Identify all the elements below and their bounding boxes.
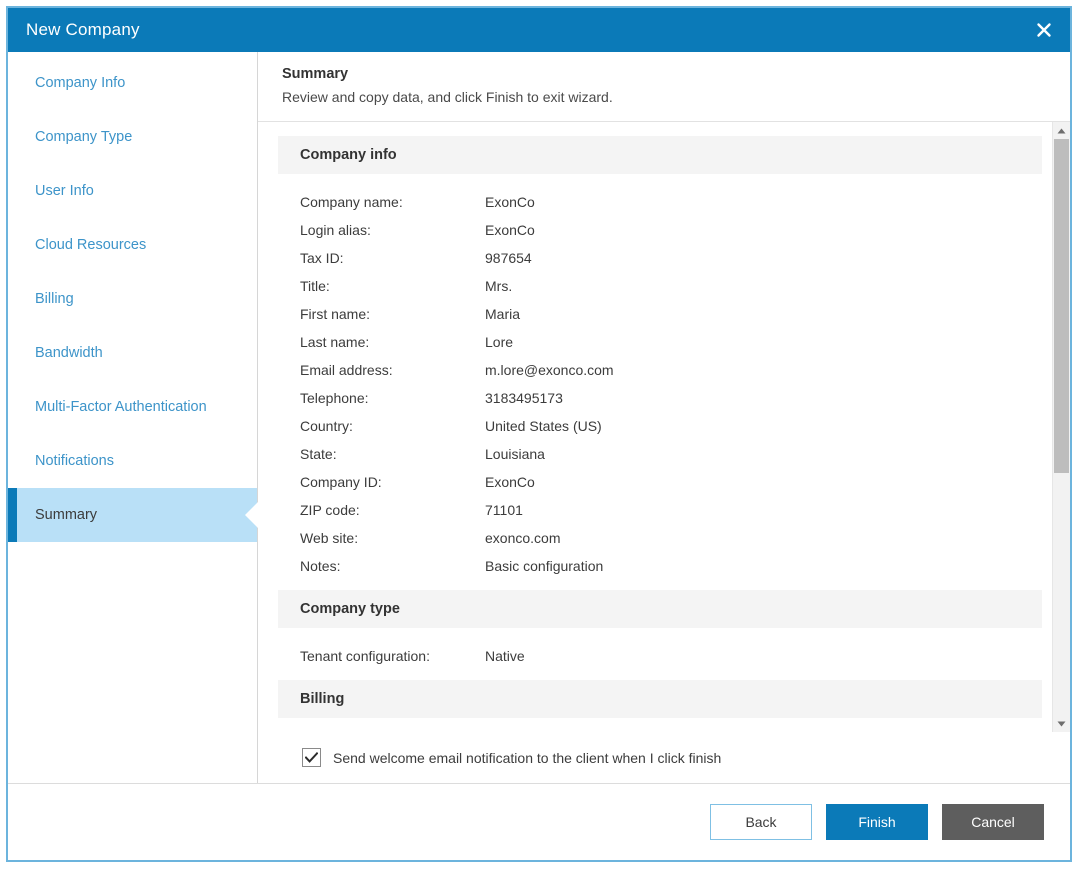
dialog-body: Company Info Company Type User Info Clou… xyxy=(8,52,1070,783)
summary-row-value: ExonCo xyxy=(485,188,1042,216)
content-header: Summary Review and copy data, and click … xyxy=(258,52,1070,122)
page-description: Review and copy data, and click Finish t… xyxy=(282,89,1046,105)
sidebar-item-label: Summary xyxy=(35,507,97,523)
welcome-email-label[interactable]: Send welcome email notification to the c… xyxy=(333,750,721,766)
dialog-footer: Back Finish Cancel xyxy=(8,783,1070,860)
summary-row-key: Notes: xyxy=(300,552,485,580)
cancel-button[interactable]: Cancel xyxy=(942,804,1044,840)
summary-row: Telephone: 3183495173 xyxy=(278,384,1042,412)
summary-row-key: Company ID: xyxy=(300,468,485,496)
section-header-company-type: Company type xyxy=(278,590,1042,628)
summary-row: Company ID: ExonCo xyxy=(278,468,1042,496)
summary-row-key: Login alias: xyxy=(300,216,485,244)
sidebar-item-billing[interactable]: Billing xyxy=(8,272,257,326)
summary-row-key: Email address: xyxy=(300,356,485,384)
sidebar-item-notifications[interactable]: Notifications xyxy=(8,434,257,488)
close-icon[interactable] xyxy=(1018,8,1070,52)
summary-row: Tenant configuration: Native xyxy=(278,642,1042,670)
check-icon xyxy=(305,752,318,763)
summary-row: Email address: m.lore@exonco.com xyxy=(278,356,1042,384)
sidebar-item-label: Bandwidth xyxy=(35,345,103,361)
sidebar-item-company-type[interactable]: Company Type xyxy=(8,110,257,164)
summary-row: Notes: Basic configuration xyxy=(278,552,1042,580)
summary-row: Tax ID: 987654 xyxy=(278,244,1042,272)
summary-row-key: Last name: xyxy=(300,328,485,356)
summary-row-key: Telephone: xyxy=(300,384,485,412)
summary-row-value: Louisiana xyxy=(485,440,1042,468)
sidebar-item-label: Company Info xyxy=(35,75,125,91)
chevron-down-icon[interactable] xyxy=(1053,715,1070,732)
sidebar-item-multi-factor-authentication[interactable]: Multi-Factor Authentication xyxy=(8,380,257,434)
summary-row: Company name: ExonCo xyxy=(278,188,1042,216)
summary-row: Login alias: ExonCo xyxy=(278,216,1042,244)
summary-row-key: First name: xyxy=(300,300,485,328)
page-title: Summary xyxy=(282,66,1046,82)
chevron-up-icon[interactable] xyxy=(1053,122,1070,139)
summary-row-key: Title: xyxy=(300,272,485,300)
scrollbar-thumb[interactable] xyxy=(1054,139,1069,473)
back-button[interactable]: Back xyxy=(710,804,812,840)
summary-row-key: Web site: xyxy=(300,524,485,552)
new-company-wizard-dialog: New Company Company Info Company Type Us… xyxy=(6,6,1072,862)
summary-row: Web site: exonco.com xyxy=(278,524,1042,552)
summary-row-value: Mrs. xyxy=(485,272,1042,300)
summary-row: ZIP code: 71101 xyxy=(278,496,1042,524)
section-body-company-info: Company name: ExonCo Login alias: ExonCo… xyxy=(278,174,1042,590)
sidebar-item-summary[interactable]: Summary xyxy=(8,488,257,542)
summary-row-key: Tenant configuration: xyxy=(300,642,485,670)
sidebar-item-label: Billing xyxy=(35,291,74,307)
summary-row: Title: Mrs. xyxy=(278,272,1042,300)
summary-row-value: exonco.com xyxy=(485,524,1042,552)
sidebar-item-user-info[interactable]: User Info xyxy=(8,164,257,218)
summary-row-key: Country: xyxy=(300,412,485,440)
summary-row-value: Native xyxy=(485,642,1042,670)
summary-row-value: m.lore@exonco.com xyxy=(485,356,1042,384)
welcome-email-checkbox[interactable] xyxy=(302,748,321,767)
summary-row-value: Lore xyxy=(485,328,1042,356)
summary-row-key: Company name: xyxy=(300,188,485,216)
sidebar-item-label: User Info xyxy=(35,183,94,199)
summary-row-value: 3183495173 xyxy=(485,384,1042,412)
welcome-email-option-row: Send welcome email notification to the c… xyxy=(258,732,1070,783)
section-header-billing: Billing xyxy=(278,680,1042,718)
summary-row-value: ExonCo xyxy=(485,468,1042,496)
summary-row-value: 987654 xyxy=(485,244,1042,272)
scrollbar-track[interactable] xyxy=(1053,139,1070,715)
summary-row: First name: Maria xyxy=(278,300,1042,328)
summary-row: State: Louisiana xyxy=(278,440,1042,468)
dialog-title: New Company xyxy=(26,20,140,40)
summary-row-key: Tax ID: xyxy=(300,244,485,272)
summary-scroll-region: Company info Company name: ExonCo Login … xyxy=(258,122,1070,732)
section-body-company-type: Tenant configuration: Native xyxy=(278,628,1042,680)
wizard-step-sidebar: Company Info Company Type User Info Clou… xyxy=(8,52,258,783)
sidebar-item-label: Company Type xyxy=(35,129,132,145)
sidebar-item-cloud-resources[interactable]: Cloud Resources xyxy=(8,218,257,272)
summary-row: Country: United States (US) xyxy=(278,412,1042,440)
summary-row-value: ExonCo xyxy=(485,216,1042,244)
summary-row-key: State: xyxy=(300,440,485,468)
sidebar-item-bandwidth[interactable]: Bandwidth xyxy=(8,326,257,380)
sidebar-item-label: Notifications xyxy=(35,453,114,469)
sidebar-item-company-info[interactable]: Company Info xyxy=(8,56,257,110)
summary-row-value: 71101 xyxy=(485,496,1042,524)
vertical-scrollbar[interactable] xyxy=(1052,122,1070,732)
finish-button[interactable]: Finish xyxy=(826,804,928,840)
section-header-company-info: Company info xyxy=(278,136,1042,174)
summary-list: Company info Company name: ExonCo Login … xyxy=(258,122,1052,732)
summary-row-key: ZIP code: xyxy=(300,496,485,524)
dialog-title-bar: New Company xyxy=(8,8,1070,52)
sidebar-item-label: Cloud Resources xyxy=(35,237,146,253)
summary-row: Last name: Lore xyxy=(278,328,1042,356)
summary-row-value: Maria xyxy=(485,300,1042,328)
wizard-content-pane: Summary Review and copy data, and click … xyxy=(258,52,1070,783)
sidebar-item-label: Multi-Factor Authentication xyxy=(35,399,207,415)
summary-row-value: Basic configuration xyxy=(485,552,1042,580)
summary-row-value: United States (US) xyxy=(485,412,1042,440)
